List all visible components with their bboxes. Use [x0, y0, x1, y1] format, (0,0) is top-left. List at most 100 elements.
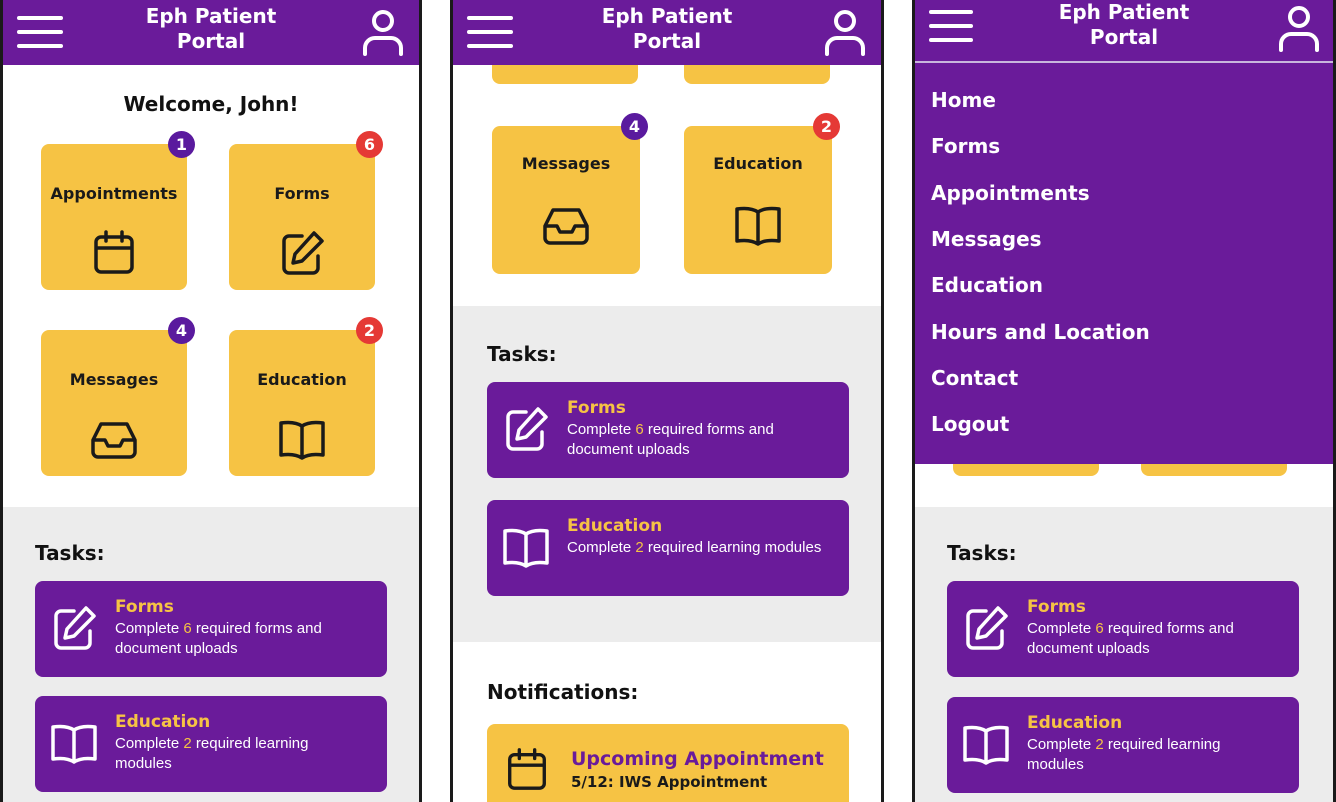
task-count: 6	[183, 620, 192, 637]
user-profile-icon[interactable]	[361, 8, 405, 56]
tasks-heading: Tasks:	[35, 541, 105, 565]
tile-badge-count: 4	[168, 317, 195, 344]
menu-item-contact[interactable]: Contact	[931, 366, 1018, 390]
book-icon	[963, 725, 1009, 765]
phone-screen-scrolled: Eph Patient Portal Messages 4 Education …	[450, 0, 884, 802]
menu-item-education[interactable]: Education	[931, 273, 1043, 297]
task-card-education[interactable]: Education Complete 2 required learning m…	[947, 697, 1299, 793]
task-description-text: required learning modules	[643, 539, 822, 556]
inbox-icon	[543, 208, 589, 245]
menu-item-logout[interactable]: Logout	[931, 412, 1009, 436]
tile-badge-count: 1	[168, 131, 195, 158]
task-title: Forms	[1027, 597, 1086, 617]
edit-icon	[282, 231, 324, 275]
app-title: Eph Patient Portal	[915, 0, 1333, 50]
task-description: Complete 2 required learning modules	[1027, 735, 1281, 775]
task-count: 2	[635, 539, 644, 556]
menu-item-home[interactable]: Home	[931, 88, 996, 112]
task-count: 2	[1095, 736, 1104, 753]
edit-icon	[506, 407, 548, 451]
task-card-education[interactable]: Education Complete 2 required learning m…	[35, 696, 387, 792]
task-title: Forms	[567, 398, 626, 418]
user-profile-icon[interactable]	[823, 8, 867, 56]
tile-label: Messages	[521, 154, 611, 173]
task-description: Complete 2 required learning modules	[567, 538, 831, 558]
calendar-icon	[94, 230, 134, 274]
tasks-section: Tasks: Forms Complete 6 required forms a…	[915, 507, 1333, 802]
tasks-section: Tasks: Forms Complete 6 required forms a…	[3, 507, 419, 802]
app-header: Eph Patient Portal	[3, 0, 419, 65]
task-count: 6	[1095, 620, 1104, 637]
task-description-text: Complete	[567, 539, 636, 556]
book-icon	[735, 206, 781, 246]
app-title-line1: Eph Patient	[145, 4, 277, 28]
app-header: Eph Patient Portal	[453, 0, 881, 65]
book-icon	[51, 724, 97, 764]
phone-screen-menu-open: Eph Patient Portal Home Forms Appointmen…	[912, 0, 1336, 802]
notifications-heading: Notifications:	[487, 680, 639, 704]
task-card-forms[interactable]: Forms Complete 6 required forms and docu…	[947, 581, 1299, 677]
task-card-forms[interactable]: Forms Complete 6 required forms and docu…	[35, 581, 387, 677]
task-description: Complete 6 required forms and document u…	[567, 420, 831, 460]
task-description: Complete 2 required learning modules	[115, 734, 369, 774]
app-title-line2: Portal	[176, 29, 246, 53]
tile-label: Education	[257, 370, 347, 389]
app-title-line1: Eph Patient	[601, 4, 733, 28]
tile-badge-count: 6	[356, 131, 383, 158]
app-title: Eph Patient Portal	[453, 4, 881, 54]
task-card-forms[interactable]: Forms Complete 6 required forms and docu…	[487, 382, 849, 478]
tile-messages[interactable]: Messages 4	[41, 317, 195, 476]
menu-item-hours-location[interactable]: Hours and Location	[931, 320, 1150, 344]
app-title-line2: Portal	[1089, 25, 1159, 49]
task-title: Education	[567, 516, 663, 536]
app-title: Eph Patient Portal	[3, 4, 419, 54]
menu-divider	[915, 61, 1333, 63]
app-title-line1: Eph Patient	[1058, 0, 1190, 24]
menu-item-forms[interactable]: Forms	[931, 134, 1000, 158]
task-description: Complete 6 required forms and document u…	[115, 619, 369, 659]
user-profile-icon[interactable]	[1277, 4, 1321, 52]
task-title: Education	[1027, 713, 1123, 733]
task-description-text: Complete	[1027, 736, 1096, 753]
tile-education[interactable]: Education 2	[229, 317, 383, 476]
task-title: Forms	[115, 597, 174, 617]
notification-card-appointment[interactable]: Upcoming Appointment 5/12: IWS Appointme…	[487, 724, 849, 802]
task-description: Complete 6 required forms and document u…	[1027, 619, 1281, 659]
book-icon	[503, 528, 549, 568]
notification-title: Upcoming Appointment	[571, 748, 824, 770]
inbox-icon	[91, 422, 137, 459]
task-count: 2	[183, 735, 192, 752]
calendar-icon	[508, 748, 546, 790]
tile-appointments[interactable]: Appointments 1	[41, 131, 195, 290]
tile-badge-count: 2	[813, 113, 840, 140]
task-description-text: Complete	[115, 735, 184, 752]
tile-label: Appointments	[50, 184, 178, 203]
tile-messages[interactable]: Messages 4	[492, 113, 648, 274]
menu-item-appointments[interactable]: Appointments	[931, 181, 1090, 205]
task-description-text: Complete	[1027, 620, 1096, 637]
task-card-education[interactable]: Education Complete 2 required learning m…	[487, 500, 849, 596]
tile-label: Education	[713, 154, 803, 173]
task-description-text: Complete	[115, 620, 184, 637]
tasks-heading: Tasks:	[947, 541, 1017, 565]
task-description-text: Complete	[567, 421, 636, 438]
edit-icon	[54, 606, 96, 650]
edit-icon	[966, 606, 1008, 650]
task-title: Education	[115, 712, 211, 732]
tasks-heading: Tasks:	[487, 342, 557, 366]
welcome-message: Welcome, John!	[123, 92, 299, 116]
book-icon	[279, 420, 325, 460]
tile-education[interactable]: Education 2	[684, 113, 840, 274]
task-count: 6	[635, 421, 644, 438]
tile-label: Forms	[274, 184, 330, 203]
tasks-section: Tasks: Forms Complete 6 required forms a…	[453, 306, 881, 642]
tile-label: Messages	[69, 370, 159, 389]
tile-badge-count: 2	[356, 317, 383, 344]
app-title-line2: Portal	[632, 29, 702, 53]
menu-item-messages[interactable]: Messages	[931, 227, 1042, 251]
phone-screen-home: Eph Patient Portal Welcome, John! Appoin…	[0, 0, 422, 802]
tile-forms[interactable]: Forms 6	[229, 131, 383, 290]
nav-menu: Eph Patient Portal Home Forms Appointmen…	[915, 0, 1333, 464]
notification-detail: 5/12: IWS Appointment	[571, 773, 768, 791]
tile-badge-count: 4	[621, 113, 648, 140]
